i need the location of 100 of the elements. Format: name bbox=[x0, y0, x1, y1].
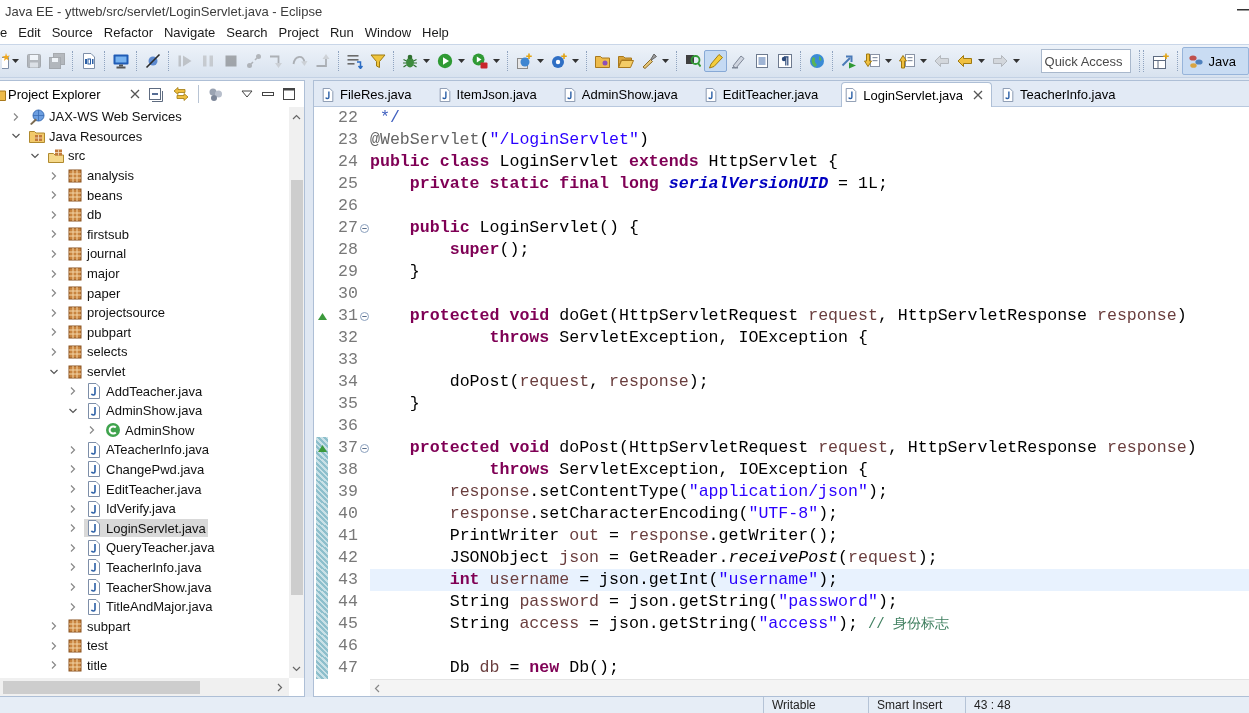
chevron-down-icon[interactable] bbox=[30, 151, 40, 161]
tree-item[interactable]: pubpart bbox=[65, 323, 134, 342]
chevron-right-icon[interactable] bbox=[68, 484, 78, 495]
menu-item[interactable]: e bbox=[0, 24, 13, 42]
caret-icon[interactable] bbox=[978, 59, 985, 63]
chevron-right-icon[interactable] bbox=[49, 640, 59, 651]
caret-icon[interactable] bbox=[493, 59, 500, 63]
menu-item[interactable]: Help bbox=[416, 24, 455, 42]
caret-icon[interactable] bbox=[662, 59, 669, 63]
tree-item[interactable]: ATeacherInfo.java bbox=[84, 440, 212, 459]
close-icon[interactable] bbox=[130, 89, 141, 99]
chevron-right-icon[interactable] bbox=[49, 288, 59, 299]
vertical-scrollbar[interactable] bbox=[289, 107, 304, 678]
caret-icon[interactable] bbox=[458, 59, 465, 63]
horizontal-scrollbar[interactable] bbox=[370, 679, 1249, 696]
tree-item[interactable]: title bbox=[65, 656, 110, 675]
chevron-right-icon[interactable] bbox=[49, 209, 59, 220]
caret-icon[interactable] bbox=[920, 59, 927, 63]
scroll-down-icon[interactable] bbox=[292, 666, 301, 672]
close-icon[interactable] bbox=[973, 90, 983, 100]
chevron-right-icon[interactable] bbox=[49, 190, 59, 201]
chevron-right-icon[interactable] bbox=[68, 601, 78, 612]
view-menu-icon[interactable] bbox=[241, 90, 253, 98]
chevron-right-icon[interactable] bbox=[49, 170, 59, 181]
chevron-right-icon[interactable] bbox=[49, 346, 59, 357]
scroll-right-icon[interactable] bbox=[277, 682, 283, 692]
tree-item[interactable]: db bbox=[65, 205, 104, 224]
tree-item[interactable]: IdVerify.java bbox=[84, 499, 178, 518]
tree-item[interactable]: src bbox=[46, 147, 88, 165]
tree-item[interactable]: projectsource bbox=[65, 303, 168, 322]
menu-item[interactable]: Edit bbox=[12, 24, 47, 42]
caret-icon[interactable] bbox=[572, 59, 579, 63]
tree-item[interactable]: selects bbox=[65, 342, 130, 361]
chevron-right-icon[interactable] bbox=[68, 386, 78, 397]
scroll-left-icon[interactable] bbox=[374, 683, 380, 693]
tree-item[interactable]: QueryTeacher.java bbox=[84, 538, 217, 557]
editor-tab[interactable]: EditTeacher.java bbox=[700, 82, 842, 106]
tree-item[interactable]: TeacherShow.java bbox=[84, 578, 214, 597]
tree-item[interactable]: AddTeacher.java bbox=[84, 382, 205, 401]
chevron-right-icon[interactable] bbox=[68, 444, 78, 455]
chevron-right-icon[interactable] bbox=[68, 562, 78, 573]
editor-tab[interactable]: TeacherInfo.java bbox=[998, 82, 1139, 106]
scrollbar-thumb[interactable] bbox=[3, 680, 200, 694]
editor-tab[interactable]: AdminShow.java bbox=[559, 82, 701, 106]
scrollbar-thumb[interactable] bbox=[290, 180, 303, 595]
collapse-all-icon[interactable] bbox=[148, 86, 164, 102]
chevron-right-icon[interactable] bbox=[68, 523, 78, 534]
minimize-icon[interactable] bbox=[262, 91, 274, 97]
tree-item[interactable]: test bbox=[65, 636, 110, 655]
tree-item[interactable]: paper bbox=[65, 284, 123, 303]
swap-arrows-icon[interactable] bbox=[173, 86, 189, 102]
tree-item[interactable]: ChangePwd.java bbox=[84, 460, 207, 479]
circles-icon[interactable] bbox=[208, 86, 224, 102]
chevron-right-icon[interactable] bbox=[49, 268, 59, 279]
chevron-right-icon[interactable] bbox=[68, 582, 78, 593]
minimize-icon[interactable] bbox=[1237, 9, 1249, 11]
caret-icon[interactable] bbox=[423, 59, 430, 63]
tree-item[interactable]: servlet bbox=[65, 362, 128, 381]
chevron-right-icon[interactable] bbox=[49, 621, 59, 632]
tree-item[interactable]: journal bbox=[65, 244, 129, 263]
chevron-right-icon[interactable] bbox=[49, 660, 59, 671]
caret-icon[interactable] bbox=[12, 59, 19, 63]
menu-item[interactable]: Window bbox=[359, 24, 417, 42]
chevron-right-icon[interactable] bbox=[49, 327, 59, 338]
caret-icon[interactable] bbox=[885, 59, 892, 63]
tree-item[interactable]: AdminShow.java bbox=[84, 401, 205, 420]
tree-item[interactable]: Java Resources bbox=[27, 127, 145, 146]
caret-icon[interactable] bbox=[537, 59, 544, 63]
chevron-right-icon[interactable] bbox=[49, 248, 59, 259]
tree-item[interactable]: firstsub bbox=[65, 225, 131, 244]
collapse-icon[interactable] bbox=[359, 443, 369, 453]
tree-item[interactable]: beans bbox=[65, 186, 125, 205]
menu-item[interactable]: Refactor bbox=[98, 24, 159, 42]
menu-item[interactable]: Search bbox=[220, 24, 273, 42]
menu-item[interactable]: Navigate bbox=[158, 24, 221, 42]
chevron-right-icon[interactable] bbox=[68, 542, 78, 553]
menu-item[interactable]: Run bbox=[324, 24, 360, 42]
quick-access-field[interactable]: Quick Access bbox=[1040, 49, 1131, 73]
chevron-right-icon[interactable] bbox=[49, 229, 59, 240]
tree-item[interactable]: subpart bbox=[65, 617, 133, 636]
maximize-icon[interactable] bbox=[283, 88, 295, 100]
chevron-right-icon[interactable] bbox=[11, 111, 21, 122]
view-tab[interactable]: Project Explorer bbox=[0, 81, 147, 107]
tree-item[interactable]: TitleAndMajor.java bbox=[84, 597, 215, 616]
collapse-icon[interactable] bbox=[359, 311, 369, 321]
chevron-right-icon[interactable] bbox=[49, 307, 59, 318]
editor-tab[interactable]: FileRes.java bbox=[318, 82, 435, 106]
chevron-right-icon[interactable] bbox=[68, 464, 78, 475]
tree-item[interactable]: LoginServlet.java bbox=[84, 519, 208, 538]
tree-item[interactable]: analysis bbox=[65, 166, 136, 185]
tree-item[interactable]: EditTeacher.java bbox=[84, 480, 204, 499]
editor-tab[interactable]: LoginServlet.java bbox=[841, 82, 992, 107]
horizontal-scrollbar[interactable] bbox=[0, 678, 289, 696]
tree-item[interactable]: TeacherInfo.java bbox=[84, 558, 204, 577]
collapse-icon[interactable] bbox=[359, 223, 369, 233]
menu-item[interactable]: Source bbox=[46, 24, 99, 42]
editor-tab[interactable]: ItemJson.java bbox=[434, 82, 560, 106]
menu-item[interactable]: Project bbox=[273, 24, 325, 42]
scroll-up-icon[interactable] bbox=[292, 114, 301, 120]
perspective-button[interactable]: Java bbox=[1181, 47, 1249, 75]
